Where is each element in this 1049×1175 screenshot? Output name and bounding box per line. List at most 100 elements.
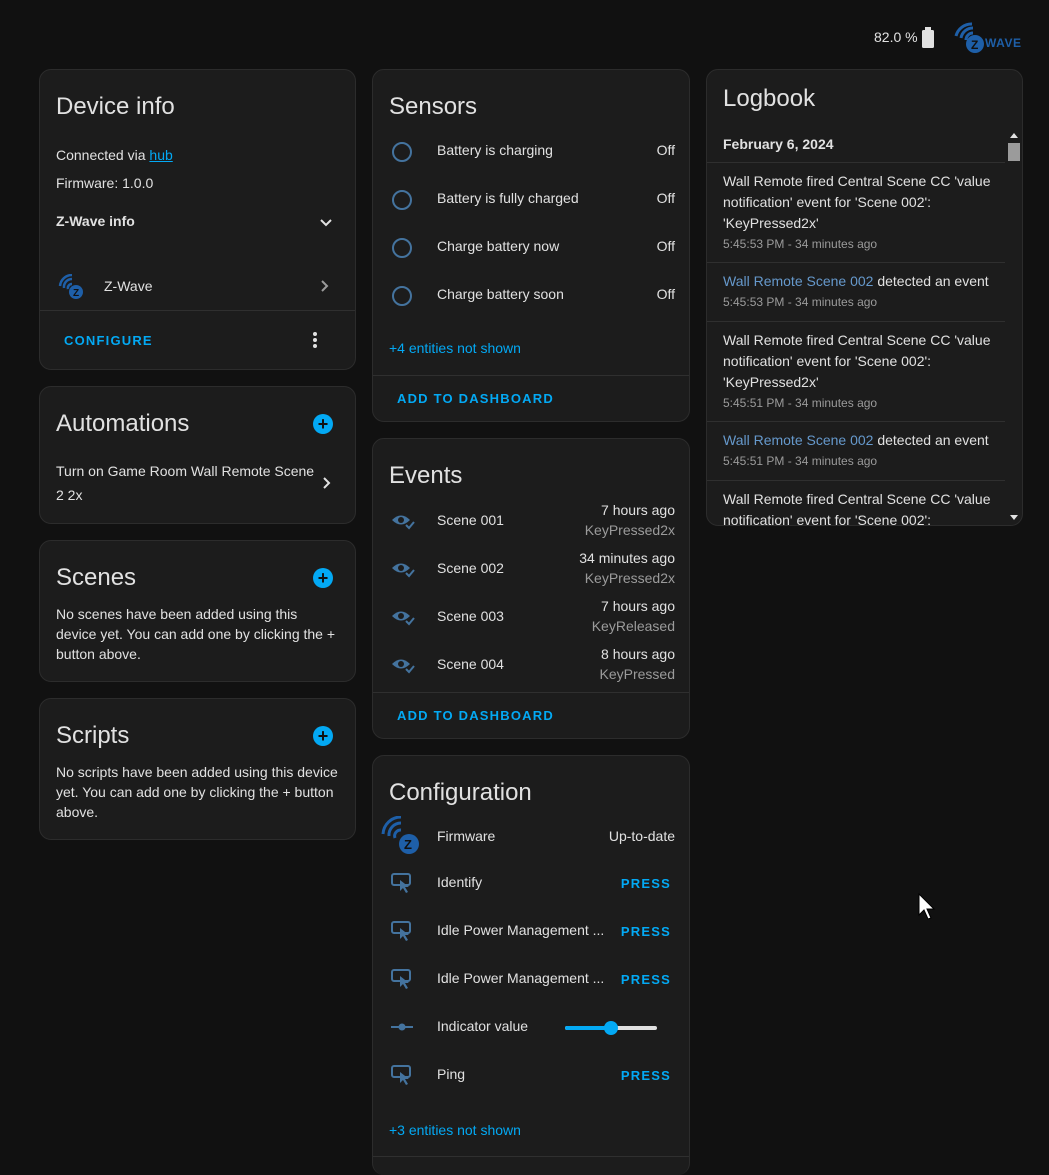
- scenes-title: Scenes: [56, 564, 137, 591]
- config-row-name: Idle Power Management ...: [437, 922, 605, 938]
- zwave-info-label: Z-Wave info: [56, 213, 135, 229]
- sensors-more-link[interactable]: +4 entities not shown: [389, 340, 521, 356]
- event-row[interactable]: Scene 004 8 hours ago KeyPressed: [373, 645, 689, 687]
- sensors-card: Sensors Battery is charging Off Battery …: [372, 69, 690, 422]
- ping-press-button[interactable]: PRESS: [621, 1068, 671, 1083]
- logbook-title: Logbook: [723, 85, 816, 112]
- mouse-cursor-icon: [918, 893, 936, 920]
- firmware-status: Up-to-date: [608, 828, 675, 844]
- binary-sensor-icon: [392, 238, 412, 258]
- more-vert-icon[interactable]: [305, 330, 325, 350]
- add-automation-button[interactable]: +: [313, 414, 333, 434]
- log-entity-link[interactable]: Wall Remote Scene 002: [723, 273, 873, 289]
- identify-press-button[interactable]: PRESS: [621, 876, 671, 891]
- scripts-card: Scripts + No scripts have been added usi…: [39, 698, 356, 840]
- configuration-more-link[interactable]: +3 entities not shown: [389, 1122, 521, 1138]
- card-divider: [373, 692, 689, 693]
- slider-thumb[interactable]: [604, 1021, 618, 1035]
- sensor-name: Battery is fully charged: [437, 190, 579, 206]
- svg-text:Z: Z: [971, 38, 978, 52]
- indicator-value-slider[interactable]: [565, 1018, 657, 1038]
- chevron-right-icon: [323, 477, 331, 489]
- scroll-down-arrow-icon[interactable]: [1010, 515, 1018, 521]
- log-entry-time: 5:45:51 PM - 34 minutes ago: [723, 454, 878, 468]
- log-divider: [707, 480, 1005, 481]
- config-row-idle-power-2[interactable]: Idle Power Management ... PRESS: [373, 962, 689, 996]
- sensor-state: Off: [656, 190, 675, 206]
- slider-icon: [391, 1023, 413, 1031]
- integration-row-zwave[interactable]: Z Z-Wave: [40, 266, 355, 306]
- events-card: Events Scene 001 7 hours ago KeyPressed2…: [372, 438, 690, 739]
- config-row-identify[interactable]: Identify PRESS: [373, 866, 689, 900]
- log-entry-time: 5:45:53 PM - 34 minutes ago: [723, 237, 878, 251]
- gesture-tap-button-icon: [391, 1065, 411, 1085]
- config-row-name: Ping: [437, 1066, 466, 1082]
- binary-sensor-icon: [392, 142, 412, 162]
- idle-power-press-button[interactable]: PRESS: [621, 924, 671, 939]
- sensor-row[interactable]: Charge battery now Off: [373, 230, 689, 264]
- device-info-card: Device info Connected via hub Firmware: …: [39, 69, 356, 370]
- event-row[interactable]: Scene 002 34 minutes ago KeyPressed2x: [373, 549, 689, 591]
- hub-link[interactable]: hub: [149, 147, 172, 163]
- add-scene-button[interactable]: +: [313, 568, 333, 588]
- log-entry-text: Wall Remote fired Central Scene CC 'valu…: [723, 173, 991, 231]
- sensor-row[interactable]: Battery is fully charged Off: [373, 182, 689, 216]
- event-time: 7 hours ago: [601, 598, 675, 614]
- card-divider: [40, 310, 355, 311]
- config-row-idle-power-1[interactable]: Idle Power Management ... PRESS: [373, 914, 689, 948]
- event-name: Scene 004: [437, 656, 504, 672]
- connected-via-label: Connected via: [56, 147, 150, 163]
- event-name: Scene 002: [437, 560, 504, 576]
- configure-button[interactable]: CONFIGURE: [64, 333, 153, 348]
- logbook-scroll-area[interactable]: February 6, 2024 Wall Remote fired Centr…: [707, 130, 1022, 525]
- svg-text:Z: Z: [73, 288, 79, 299]
- scroll-up-arrow-icon[interactable]: [1010, 132, 1018, 138]
- config-row-name: Firmware: [437, 828, 496, 844]
- logbook-scrollbar[interactable]: [1007, 130, 1021, 525]
- log-entry-text: Wall Remote fired Central Scene CC 'valu…: [723, 332, 991, 390]
- logbook-card: Logbook February 6, 2024 Wall Remote fir…: [706, 69, 1023, 526]
- device-info-title: Device info: [56, 93, 175, 120]
- event-type: KeyPressed2x: [584, 570, 675, 586]
- event-name: Scene 001: [437, 512, 504, 528]
- eye-check-icon: [392, 659, 415, 674]
- automation-item[interactable]: Turn on Game Room Wall Remote Scene 2 2x: [40, 459, 355, 507]
- log-entry: Wall Remote Scene 002 detected an event: [723, 430, 1005, 451]
- firmware-version: Firmware: 1.0.0: [56, 175, 154, 191]
- add-script-button[interactable]: +: [313, 726, 333, 746]
- events-add-to-dashboard-button[interactable]: ADD TO DASHBOARD: [397, 708, 554, 723]
- sensors-add-to-dashboard-button[interactable]: ADD TO DASHBOARD: [397, 391, 554, 406]
- config-row-firmware[interactable]: Z Firmware Up-to-date: [373, 816, 689, 856]
- event-row[interactable]: Scene 001 7 hours ago KeyPressed2x: [373, 501, 689, 543]
- log-entry: Wall Remote Scene 002 detected an event: [723, 271, 1005, 292]
- sensor-state: Off: [656, 142, 675, 158]
- gesture-tap-button-icon: [391, 921, 411, 941]
- card-divider: [373, 375, 689, 376]
- event-time: 8 hours ago: [601, 646, 675, 662]
- log-divider: [707, 421, 1005, 422]
- zwave-info-expander[interactable]: Z-Wave info: [40, 206, 355, 236]
- scrollbar-thumb[interactable]: [1008, 143, 1020, 161]
- scenes-card: Scenes + No scenes have been added using…: [39, 540, 356, 682]
- sensor-row[interactable]: Charge battery soon Off: [373, 278, 689, 312]
- event-name: Scene 003: [437, 608, 504, 624]
- config-row-ping[interactable]: Ping PRESS: [373, 1058, 689, 1092]
- sensor-name: Charge battery soon: [437, 286, 564, 302]
- scenes-empty-text: No scenes have been added using this dev…: [56, 606, 336, 662]
- log-entity-link[interactable]: Wall Remote Scene 002: [723, 432, 873, 448]
- config-row-indicator: Indicator value: [373, 1010, 689, 1044]
- config-row-name: Indicator value: [437, 1018, 529, 1034]
- log-divider: [707, 162, 1005, 163]
- binary-sensor-icon: [392, 286, 412, 306]
- log-divider: [707, 262, 1005, 263]
- battery-level: 82.0 %: [874, 29, 918, 45]
- event-type: KeyReleased: [591, 618, 675, 634]
- zwave-integration-icon: Z: [58, 274, 83, 299]
- gesture-tap-button-icon: [391, 873, 411, 893]
- scripts-title: Scripts: [56, 722, 130, 749]
- event-time: 7 hours ago: [601, 502, 675, 518]
- sensor-row[interactable]: Battery is charging Off: [373, 134, 689, 168]
- automations-card: Automations + Turn on Game Room Wall Rem…: [39, 386, 356, 524]
- idle-power-press-button[interactable]: PRESS: [621, 972, 671, 987]
- event-row[interactable]: Scene 003 7 hours ago KeyReleased: [373, 597, 689, 639]
